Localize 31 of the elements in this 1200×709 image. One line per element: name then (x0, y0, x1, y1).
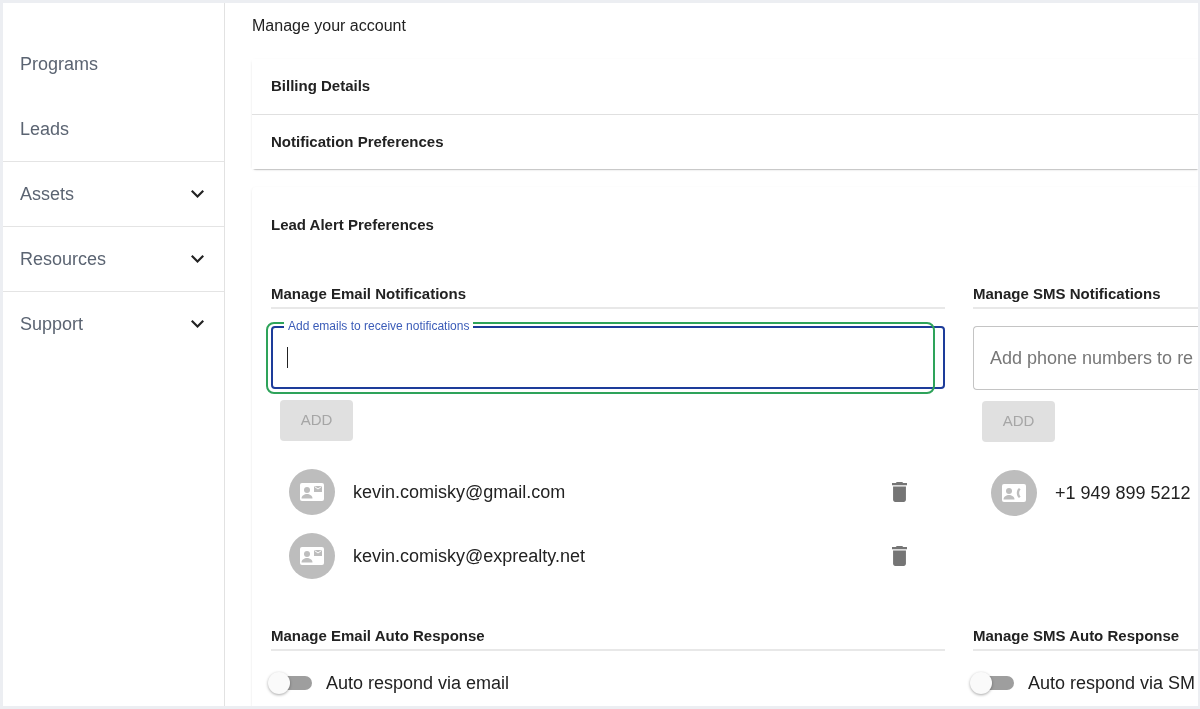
field-label: Add emails to receive notifications (284, 319, 474, 333)
chevron-down-icon (191, 255, 204, 263)
toggle-switch[interactable] (970, 672, 1014, 694)
sidebar-item[interactable]: Leads (3, 96, 224, 161)
contact-address: kevin.comisky@gmail.com (353, 481, 566, 503)
section-heading: Manage SMS Auto Response (973, 627, 1198, 651)
input-field[interactable]: Add phone numbers to re (973, 326, 1198, 390)
sidebar-item[interactable]: Resources (3, 226, 224, 291)
toggle-label: Auto respond via SM (1028, 672, 1196, 694)
contact-address: +1 949 899 5212 (1055, 482, 1191, 504)
trash-icon[interactable] (892, 546, 907, 566)
card-title: Lead Alert Preferences (271, 215, 434, 235)
contact-card-icon (289, 469, 335, 515)
chevron-down-icon (191, 190, 204, 198)
text-cursor (287, 347, 288, 368)
accordion-header[interactable]: Billing Details (252, 59, 1198, 114)
sidebar-item[interactable]: Assets (3, 161, 224, 226)
chevron-down-icon (191, 320, 204, 328)
toggle-switch[interactable] (268, 672, 312, 694)
section-heading: Manage Email Auto Response (271, 627, 945, 651)
contact-card-icon (289, 533, 335, 579)
section-heading: Manage SMS Notifications (973, 285, 1198, 309)
toggle-label: Auto respond via email (326, 672, 510, 694)
sidebar-item[interactable]: Support (3, 291, 224, 356)
accordion-header[interactable]: Notification Preferences (252, 114, 1198, 169)
contact-phone-icon (991, 470, 1037, 516)
page-subtitle: Manage your account (252, 16, 406, 36)
trash-icon[interactable] (892, 482, 907, 502)
contact-address: kevin.comisky@exprealty.net (353, 545, 586, 567)
sidebar-item[interactable]: Programs (3, 31, 224, 96)
section-heading: Manage Email Notifications (271, 285, 945, 309)
